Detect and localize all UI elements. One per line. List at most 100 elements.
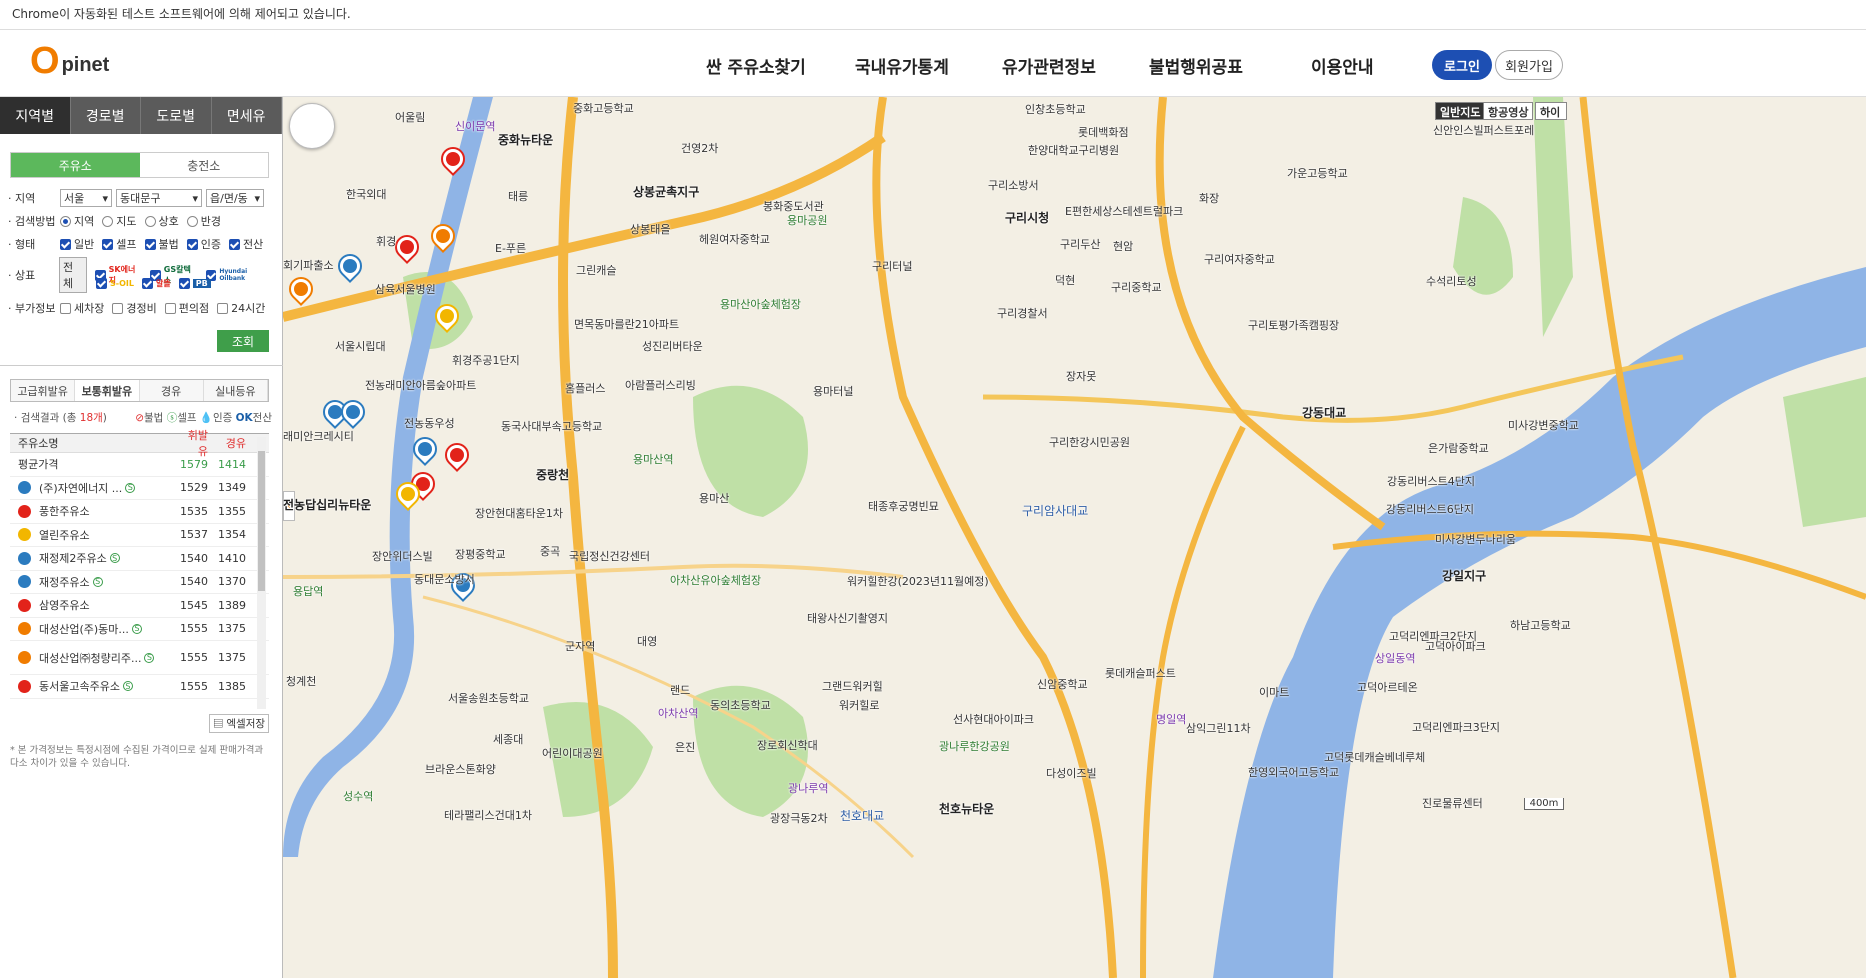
extra-store-checkbox[interactable]: 편의점 bbox=[164, 300, 209, 316]
nav-domestic-stats[interactable]: 국내유가통계 bbox=[855, 53, 949, 78]
self-icon: S bbox=[122, 681, 133, 692]
map-label: 구리토평가족캠핑장 bbox=[1248, 319, 1340, 332]
method-radius-radio[interactable]: 반경 bbox=[186, 213, 221, 229]
park-area bbox=[1783, 377, 1866, 527]
sigungu-select[interactable]: 동대문구 ▾ bbox=[116, 189, 202, 207]
chevron-down-icon: ▾ bbox=[192, 191, 198, 205]
site-header: O pinet 싼 주유소찾기 국내유가통계 유가관련정보 불법행위공표 이용안… bbox=[0, 31, 1866, 97]
map-label: 워커힐한강(2023년11월예정) bbox=[847, 575, 989, 588]
tab-regular-gasoline[interactable]: 보통휘발유 bbox=[75, 380, 140, 401]
nav-cheap-station[interactable]: 싼 주유소찾기 bbox=[706, 53, 806, 78]
tab-diesel[interactable]: 경유 bbox=[139, 380, 204, 401]
map-pan-control[interactable] bbox=[289, 103, 335, 149]
table-row[interactable]: 삼영주유소 1545 1389 bbox=[10, 594, 269, 618]
tab-taxfree[interactable]: 면세유 bbox=[211, 97, 282, 134]
tab-premium-gasoline[interactable]: 고급휘발유 bbox=[11, 380, 76, 401]
brand-soil-checkbox[interactable] bbox=[96, 278, 107, 289]
station-type-toggle: 주유소 충전소 bbox=[10, 152, 269, 178]
table-row[interactable]: 대성산업㈜청량리주... S 1555 1375 bbox=[10, 641, 269, 675]
result-scrollbar[interactable] bbox=[257, 437, 266, 709]
map-label: 성수역 bbox=[343, 790, 374, 803]
map-label: 신이문역 bbox=[455, 120, 496, 133]
map-label: 동국사대부속고등학교 bbox=[501, 420, 603, 433]
pb-brand-logo: PB bbox=[192, 279, 211, 288]
map-hybrid-button[interactable]: 하이브리 bbox=[1535, 102, 1567, 120]
login-button[interactable]: 로그인 bbox=[1432, 50, 1492, 80]
table-row[interactable]: 재정제2주유소 S 1540 1410 bbox=[10, 547, 269, 571]
charging-station-toggle[interactable]: 충전소 bbox=[140, 153, 269, 177]
self-icon: S bbox=[144, 652, 155, 663]
type-label: · 형태 bbox=[8, 238, 36, 251]
opinet-logo[interactable]: O pinet bbox=[30, 42, 109, 80]
type-normal-checkbox[interactable]: 일반 bbox=[60, 236, 94, 252]
type-illegal-checkbox[interactable]: 불법 bbox=[144, 236, 179, 252]
map-label: 중곡 bbox=[540, 545, 561, 558]
type-computer-checkbox[interactable]: 전산 bbox=[229, 236, 263, 252]
type-row: · 형태 일반 셀프 불법 인증 전산 bbox=[8, 236, 271, 252]
table-row[interactable]: 재정주유소 S 1540 1370 bbox=[10, 571, 269, 594]
tab-region[interactable]: 지역별 bbox=[0, 97, 71, 134]
type-self-checkbox[interactable]: 셀프 bbox=[102, 236, 137, 252]
result-count-text: · 검색결과 (총 18개) bbox=[14, 412, 107, 424]
map-label: 동대문소방서 bbox=[414, 573, 475, 586]
extra-repair-checkbox[interactable]: 경정비 bbox=[112, 300, 157, 316]
nav-oil-info[interactable]: 유가관련정보 bbox=[1002, 53, 1096, 78]
brand-pb-checkbox[interactable] bbox=[178, 278, 190, 289]
map-label: 은가람중학교 bbox=[1428, 442, 1489, 455]
brand-logo-icon bbox=[18, 622, 31, 636]
table-row[interactable]: (주)자연에너지 ... S 1529 1349 bbox=[10, 477, 269, 500]
search-button[interactable]: 조회 bbox=[217, 330, 269, 352]
map-normal-button[interactable]: 일반지도 bbox=[1435, 102, 1486, 120]
map-label: 동의초등학교 bbox=[710, 699, 771, 712]
map-label: 구리경찰서 bbox=[997, 307, 1048, 320]
map-label: 헤원여자중학교 bbox=[699, 233, 770, 246]
map-label: 래미안크레시티 bbox=[283, 430, 354, 443]
type-certified-checkbox[interactable]: 인증 bbox=[186, 236, 221, 252]
map-label: 고덕아르테온 bbox=[1357, 681, 1418, 694]
map-label: 신암중학교 bbox=[1037, 678, 1088, 691]
map-label: 중랑천 bbox=[536, 468, 570, 482]
tab-kerosene[interactable]: 실내등유 bbox=[203, 380, 268, 401]
map-label: 은진 bbox=[675, 741, 696, 754]
map-label: 구리소방서 bbox=[988, 179, 1039, 192]
tab-road[interactable]: 도로별 bbox=[141, 97, 212, 134]
map-aerial-button[interactable]: 항공영상 bbox=[1483, 102, 1534, 120]
method-region-radio[interactable]: 지역 bbox=[60, 213, 94, 229]
brand-altteul-checkbox[interactable] bbox=[141, 278, 153, 289]
map-label: 강동리버스트4단지 bbox=[1387, 475, 1475, 488]
table-row[interactable]: 풍한주유소 1535 1355 bbox=[10, 500, 269, 524]
brand-label: · 상표 bbox=[8, 269, 36, 282]
map-label: 그린캐슬 bbox=[576, 264, 617, 277]
map-label: 전농래미안아름숲아파트 bbox=[365, 379, 477, 392]
method-label: · 검색방법 bbox=[8, 215, 56, 228]
table-row[interactable]: 대성산업(주)동마... S 1555 1375 bbox=[10, 618, 269, 641]
sido-select[interactable]: 서울 ▾ bbox=[60, 189, 112, 207]
map-label: 진로물류센터 bbox=[1422, 797, 1483, 810]
map-label: 현암 bbox=[1113, 240, 1134, 253]
method-map-radio[interactable]: 지도 bbox=[102, 213, 137, 229]
map-label: 어린이대공원 bbox=[542, 747, 603, 760]
map-label: 장안위더스빌 bbox=[372, 550, 433, 563]
excel-save-button[interactable]: ▤ 엑셀저장 bbox=[209, 714, 269, 733]
map-view[interactable]: ‹ 일반지도 항공영상 하이브리 중화고등학교 인창초등학교 롯데백화점 신안인… bbox=[283, 97, 1866, 978]
legend: ⊘불법 ⓢ셀프 💧인증 OK전산 bbox=[135, 412, 272, 424]
brand-all-button[interactable]: 전체 bbox=[58, 257, 87, 293]
map-label: 한양대학교구리병원 bbox=[1028, 144, 1120, 157]
dong-select[interactable]: 읍/면/동 ▾ bbox=[206, 189, 264, 207]
brand-logo-icon bbox=[18, 598, 31, 612]
nav-illegal-report[interactable]: 불법행위공표 bbox=[1149, 53, 1243, 78]
tab-route[interactable]: 경로별 bbox=[70, 97, 141, 134]
map-label: 미사강변두나리움 bbox=[1435, 533, 1516, 546]
nav-guide[interactable]: 이용안내 bbox=[1311, 53, 1374, 78]
extra-carwash-checkbox[interactable]: 세차장 bbox=[60, 300, 104, 316]
table-row[interactable]: 열린주유소 1537 1354 bbox=[10, 524, 269, 547]
map-label: 천호대교 bbox=[840, 809, 885, 823]
map-label: 이마트 bbox=[1259, 686, 1290, 699]
join-button[interactable]: 회원가입 bbox=[1495, 50, 1563, 80]
map-label: 아차산유아숲체험장 bbox=[670, 574, 762, 587]
table-row[interactable]: 동서울고속주유소 S 1555 1385 bbox=[10, 675, 269, 699]
method-name-radio[interactable]: 상호 bbox=[144, 213, 179, 229]
extra-24h-checkbox[interactable]: 24시간 bbox=[217, 300, 265, 316]
gas-station-toggle[interactable]: 주유소 bbox=[11, 153, 140, 177]
col-name: 주유소명 bbox=[18, 437, 59, 450]
